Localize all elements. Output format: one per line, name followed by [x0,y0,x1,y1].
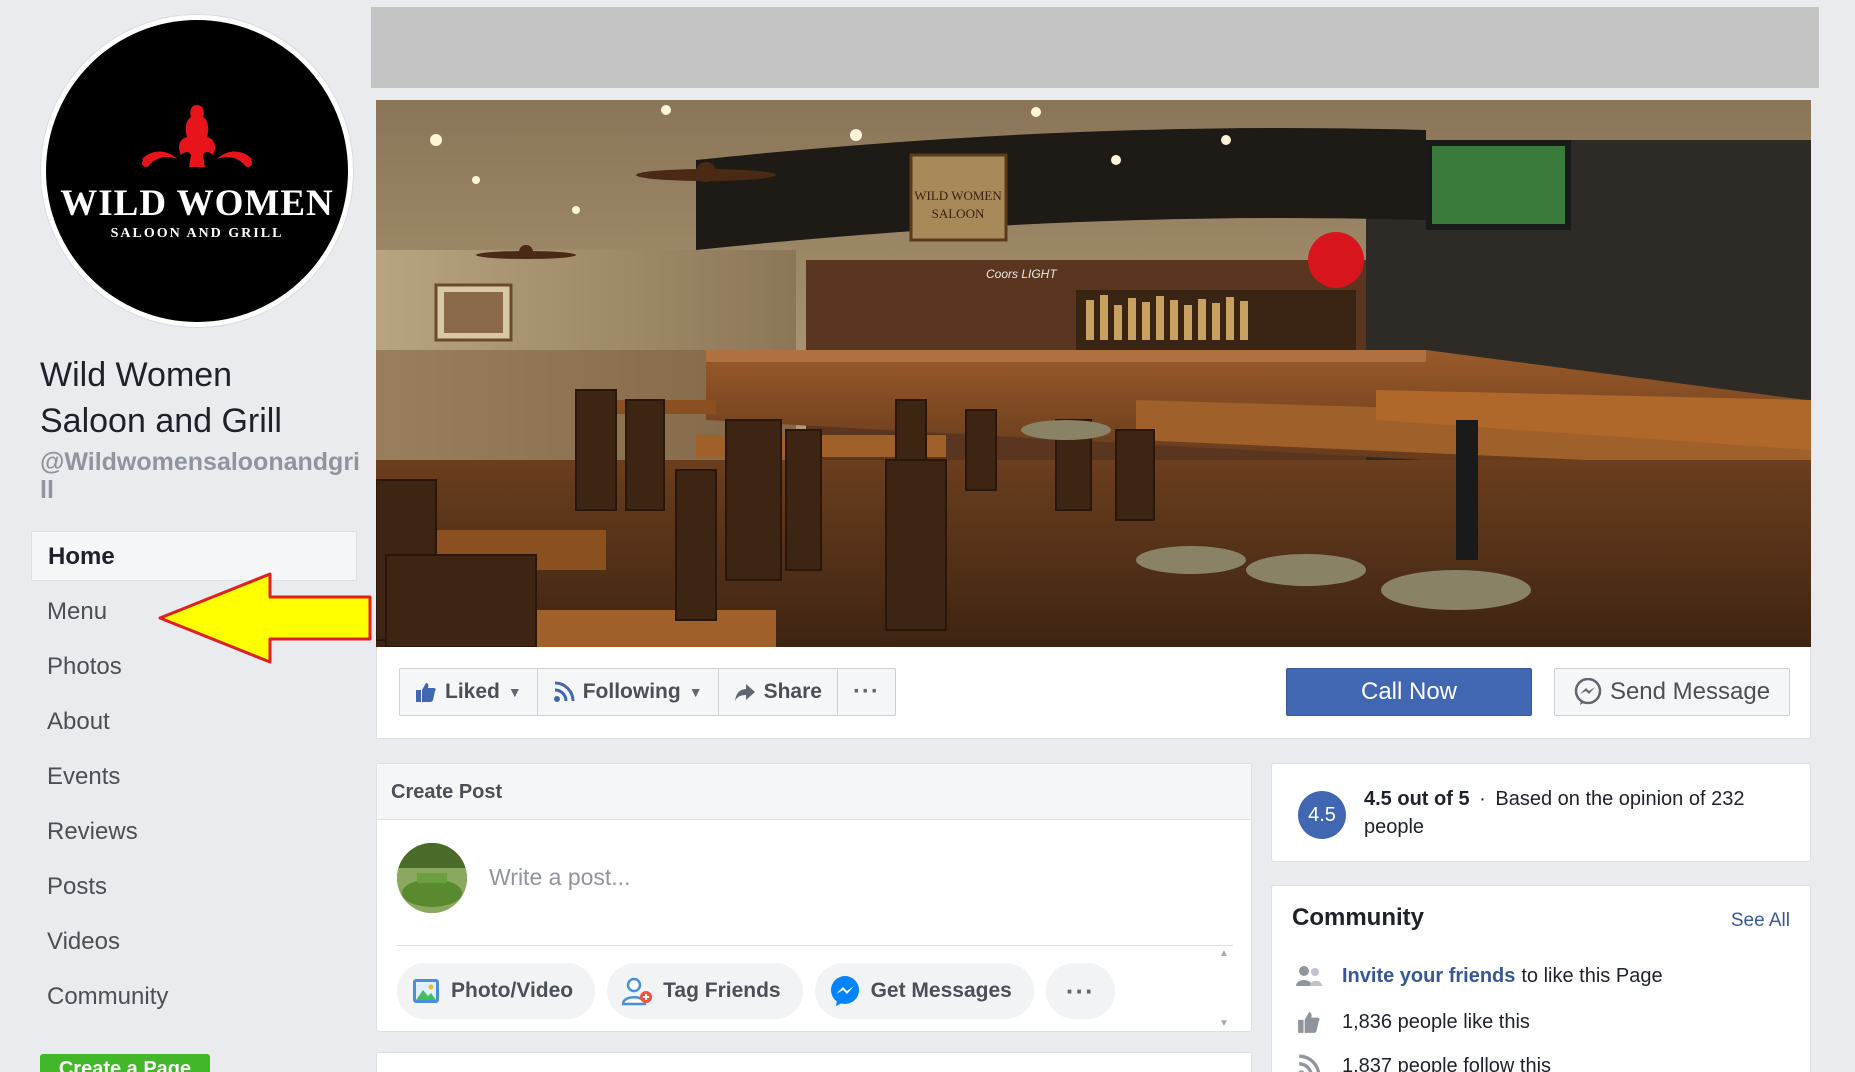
share-button[interactable]: Share [719,669,838,715]
rating-card: 4.5 4.5 out of 5 · Based on the opinion … [1271,763,1811,862]
rating-summary[interactable]: 4.5 out of 5 · Based on the opinion of 2… [1364,785,1784,841]
send-message-button[interactable]: Send Message [1554,668,1790,716]
messenger-icon [829,975,861,1007]
photo-icon [411,976,441,1006]
logo-silhouette-icon [142,104,252,167]
following-button[interactable]: Following ▼ [538,669,719,715]
get-messages-button[interactable]: Get Messages [814,963,1034,1019]
send-message-label: Send Message [1609,678,1771,705]
scroll-up-icon[interactable]: ▲ [1217,947,1231,961]
annotation-arrow-icon [158,572,372,664]
tag-friends-icon [621,976,653,1006]
following-label: Following [582,680,681,703]
more-options-button[interactable]: ··· [1045,963,1115,1019]
more-dots-icon: ··· [1065,975,1095,1006]
liked-label: Liked [445,680,500,703]
nav-item-events[interactable]: Events [31,751,357,801]
messenger-icon [1574,678,1602,706]
create-post-title: Create Post [377,764,1251,820]
profile-picture[interactable]: WILD WOMEN SALOON AND GRILL [40,14,354,328]
tag-friends-label: Tag Friends [663,979,781,1002]
page-action-bar: Liked ▼ Following ▼ Share ··· Call Now S… [376,647,1811,739]
share-arrow-icon [734,681,756,703]
invite-friends-link[interactable]: Invite your friends [1342,965,1515,988]
invite-friends-row: Invite your friends to like this Page [1294,964,1663,988]
logo-title: WILD WOMEN [60,182,334,224]
page-handle[interactable]: @Wildwomensaloonandgrill [40,448,360,504]
create-page-button[interactable]: Create a Page [40,1054,210,1072]
cover-photo[interactable]: WILD WOMEN SALOON Coors LIGHT [376,100,1811,647]
page-title-line-1: Wild Women [40,356,233,394]
chevron-down-icon: ▼ [688,684,703,700]
nav-item-posts[interactable]: Posts [31,861,357,911]
logo-subtitle: SALOON AND GRILL [110,225,284,241]
cover-image: WILD WOMEN SALOON Coors LIGHT [376,100,1811,647]
more-actions-button[interactable]: ··· [838,669,895,715]
thumbs-up-icon [415,681,437,703]
community-title: Community [1292,904,1424,931]
scroll-down-icon[interactable]: ▼ [1217,1017,1231,1031]
logo: WILD WOMEN SALOON AND GRILL [46,20,348,322]
likes-count: 1,836 people like this [1342,1010,1530,1033]
rss-icon [1294,1054,1324,1072]
invite-friends-text: to like this Page [1521,964,1663,987]
rss-icon [553,681,575,703]
get-messages-label: Get Messages [870,979,1012,1002]
likes-row: 1,836 people like this [1294,1010,1530,1034]
photo-video-label: Photo/Video [451,979,574,1002]
follows-count: 1,837 people follow this [1342,1054,1552,1072]
facebook-page: WILD WOMEN SALOON AND GRILL Wild Women S… [0,0,1855,1072]
page-actions-group: Liked ▼ Following ▼ Share ··· [399,668,896,716]
cover-sign-text-2: SALOON [932,206,985,221]
share-label: Share [763,680,822,703]
rating-separator: · [1479,788,1486,810]
write-post-input[interactable]: Write a post... [489,864,630,891]
more-dots-icon: ··· [852,678,880,705]
avatar[interactable] [397,843,467,913]
next-card [376,1052,1252,1072]
follows-row: 1,837 people follow this [1294,1054,1551,1072]
see-all-link[interactable]: See All [1731,910,1790,932]
nav-item-about[interactable]: About [31,696,357,746]
liked-button[interactable]: Liked ▼ [400,669,538,715]
create-post-card: Create Post Write a post... Photo/Video [376,763,1252,1032]
top-banner [371,7,1819,88]
cover-beer-sign: Coors LIGHT [986,267,1058,281]
nav-item-reviews[interactable]: Reviews [31,806,357,856]
photo-video-button[interactable]: Photo/Video [397,963,596,1019]
thumbs-up-icon [1294,1010,1324,1034]
page-title-line-2: Saloon and Grill [40,402,282,440]
cover-sign-text-1: WILD WOMEN [914,188,1002,203]
divider [397,945,1233,946]
scrollbar[interactable]: ▲ ▼ [1217,947,1231,1031]
rating-badge: 4.5 [1298,791,1346,839]
nav-item-videos[interactable]: Videos [31,916,357,966]
scroll-track [1217,961,1231,1017]
chevron-down-icon: ▼ [507,684,522,700]
create-post-actions: Photo/Video Tag Friends Get Messages ··· [397,963,1115,1019]
rating-headline: 4.5 out of 5 [1364,788,1470,810]
community-card: Community See All Invite your friends to… [1271,885,1811,1072]
friends-icon [1294,964,1324,988]
nav-item-community[interactable]: Community [31,971,357,1021]
page-title[interactable]: Wild Women Saloon and Grill [40,352,370,444]
call-now-button[interactable]: Call Now [1286,668,1532,716]
tag-friends-button[interactable]: Tag Friends [607,963,803,1019]
